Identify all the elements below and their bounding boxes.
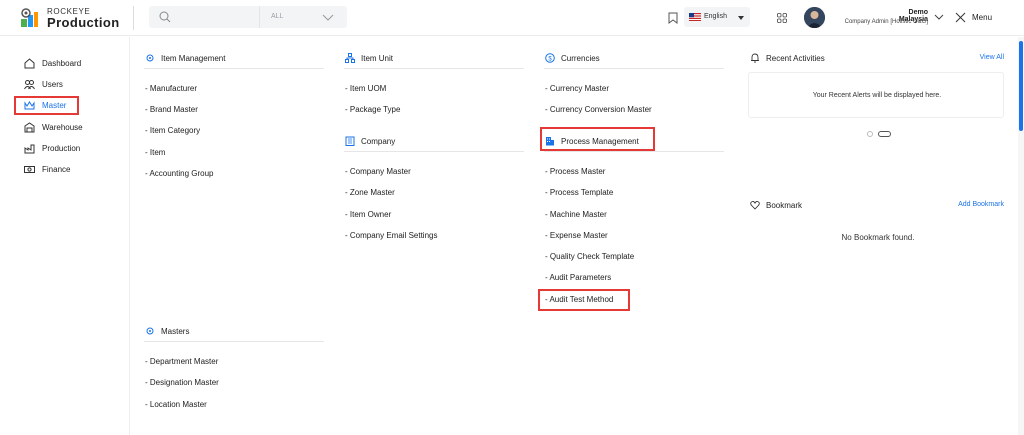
link-location-master[interactable]: - Location Master [145,400,207,409]
link-accounting-group[interactable]: - Accounting Group [145,169,213,178]
section-title: Item Unit [361,54,394,63]
link-zone-master[interactable]: - Zone Master [345,188,395,197]
us-flag-icon [689,13,701,21]
search-filter-select[interactable]: ALL [259,6,347,28]
users-icon [24,80,35,90]
home-icon [24,58,35,69]
carousel-dot[interactable] [867,131,873,137]
section-item-unit: Item Unit [344,51,524,69]
scrollbar-thumb[interactable] [1019,41,1023,131]
sidebar-item-production[interactable]: Production [20,140,100,156]
logo-icon [21,8,38,27]
link-company-email-settings[interactable]: - Company Email Settings [345,231,437,240]
close-icon [955,12,966,23]
link-machine-master[interactable]: - Machine Master [545,210,607,219]
recent-alerts-message: Your Recent Alerts will be displayed her… [812,92,942,99]
language-label: English [704,13,727,20]
link-currency-master[interactable]: - Currency Master [545,84,609,93]
dollar-icon: $ [545,53,555,63]
section-company: Company [344,134,524,152]
gear-icon [146,327,154,335]
master-highlight-box [14,96,79,115]
gear-icon [146,54,154,62]
link-package-type[interactable]: - Package Type [345,105,400,114]
add-bookmark-link[interactable]: Add Bookmark [958,201,1004,208]
link-process-template[interactable]: - Process Template [545,188,613,197]
recent-activities-header: Recent Activities View All [748,52,1004,66]
language-selector[interactable]: English [684,7,750,27]
sidebar-item-label: Production [42,144,81,153]
carousel-dot-active[interactable] [878,131,891,137]
section-title: Currencies [561,54,600,63]
audit-test-method-highlight-box [538,289,630,311]
header-divider [133,6,134,30]
sidebar-item-warehouse[interactable]: Warehouse [20,119,100,135]
bookmark-icon[interactable] [668,12,678,24]
global-search: ALL [149,6,347,28]
section-title: Masters [161,327,190,336]
recent-alerts-box: Your Recent Alerts will be displayed her… [748,72,1004,118]
bookmark-header: Bookmark Add Bookmark [748,199,1004,213]
sidebar-item-users[interactable]: Users [20,76,100,92]
link-designation-master[interactable]: - Designation Master [145,378,219,387]
user-photo-icon [804,7,825,28]
top-header: ROCKEYE Production ALL English Demo Mala… [0,0,1024,36]
section-item-management: Item Management [144,51,324,69]
sidebar-item-dashboard[interactable]: Dashboard [20,55,100,71]
page-scrollbar[interactable] [1018,37,1024,435]
chevron-down-icon [322,14,334,21]
search-input[interactable] [177,9,267,25]
bell-icon [751,53,759,63]
section-title: Company [361,137,396,146]
user-role: Company Admin [Holistic O&G] [844,19,928,25]
user-avatar[interactable] [804,7,825,28]
caret-down-icon [738,16,744,20]
recent-activities-title: Recent Activities [766,54,825,63]
money-icon [24,166,35,173]
factory-icon [24,144,35,154]
view-all-link[interactable]: View All [980,54,1004,61]
no-bookmark-message: No Bookmark found. [841,233,915,242]
sidebar-item-label: Users [42,80,63,89]
link-process-master[interactable]: - Process Master [545,167,605,176]
link-currency-conversion-master[interactable]: - Currency Conversion Master [545,105,652,114]
hierarchy-icon [345,53,355,63]
sidebar-item-label: Warehouse [42,123,83,132]
link-item[interactable]: - Item [145,148,165,157]
link-item-uom[interactable]: - Item UOM [345,84,386,93]
app-logo[interactable]: ROCKEYE Production [18,5,133,31]
link-company-master[interactable]: - Company Master [345,167,411,176]
search-icon[interactable] [159,11,171,23]
section-masters: Masters [144,324,324,342]
link-brand-master[interactable]: - Brand Master [145,105,198,114]
warehouse-icon [24,122,35,133]
section-title: Item Management [161,54,226,63]
menu-button[interactable]: Menu [955,11,995,25]
bookmark-title: Bookmark [766,201,803,210]
sidebar-item-finance[interactable]: Finance [20,161,100,177]
link-item-owner[interactable]: - Item Owner [345,210,391,219]
heart-icon [750,200,760,210]
sidebar: Dashboard Users Master Warehouse Product… [0,37,130,435]
sidebar-item-label: Dashboard [42,59,82,68]
link-manufacturer[interactable]: - Manufacturer [145,84,197,93]
apps-grid-icon[interactable] [777,13,787,23]
search-filter-value: ALL [271,13,284,20]
link-quality-check-template[interactable]: - Quality Check Template [545,252,634,261]
process-management-highlight-box [540,127,655,151]
link-item-category[interactable]: - Item Category [145,126,200,135]
link-department-master[interactable]: - Department Master [145,357,218,366]
brand-large: Production [47,15,120,30]
sidebar-item-label: Finance [42,165,71,174]
section-currencies: $ Currencies [544,51,724,69]
link-audit-parameters[interactable]: - Audit Parameters [545,273,611,282]
building-icon [345,136,355,146]
menu-label: Menu [972,13,993,22]
chevron-down-icon[interactable] [934,13,944,21]
link-expense-master[interactable]: - Expense Master [545,231,608,240]
